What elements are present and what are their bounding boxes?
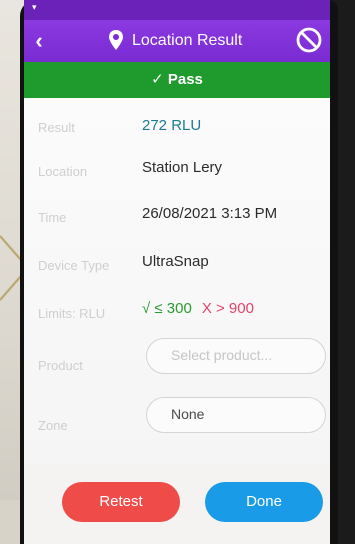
signal-icon: ▾ [32,2,37,12]
back-button[interactable]: ‹ [30,30,48,52]
page-title: Location Result [132,32,243,49]
label-result: Result [38,120,75,135]
value-device-type: UltraSnap [142,253,209,270]
label-device-type: Device Type [38,258,110,273]
product-select[interactable]: Select product... [146,338,326,374]
app-screen: ▾ ‹ Location Result ✓ Pass Result 272 RL… [24,0,330,544]
label-zone: Zone [38,418,68,433]
chevron-left-icon: ‹ [35,28,43,53]
result-details: Result 272 RLU Location Station Lery Tim… [24,98,330,464]
row-device-type: Device Type UltraSnap [24,248,330,296]
limit-fail: X > 900 [201,300,254,317]
retest-button[interactable]: Retest [62,482,180,522]
label-limits: Limits: RLU [38,306,106,321]
zone-select[interactable]: None [146,397,326,433]
value-result: 272 RLU [142,117,202,134]
label-location: Location [38,164,88,179]
zone-value: None [171,406,205,422]
limit-pass: √ ≤ 300 [142,300,192,317]
row-product: Product Select product... [24,336,330,384]
label-time: Time [38,210,67,225]
done-button[interactable]: Done [205,482,323,522]
value-location: Station Lery [142,159,223,176]
product-placeholder: Select product... [171,347,273,363]
status-bar: ▾ [24,0,330,20]
row-zone: Zone None [24,396,330,444]
value-time: 26/08/2021 3:13 PM [142,205,278,222]
row-location: Location Station Lery [24,146,330,194]
row-result: Result 272 RLU [24,104,330,152]
value-limits: √ ≤ 300 X > 900 [142,300,254,317]
location-pin-icon [109,30,123,50]
action-bar: Retest Done [24,464,330,544]
no-scan-icon[interactable] [294,25,324,55]
status-badge: ✓ Pass [24,62,330,98]
row-time: Time 26/08/2021 3:13 PM [24,197,330,245]
label-product: Product [38,358,83,373]
app-header: ‹ Location Result [24,20,330,62]
